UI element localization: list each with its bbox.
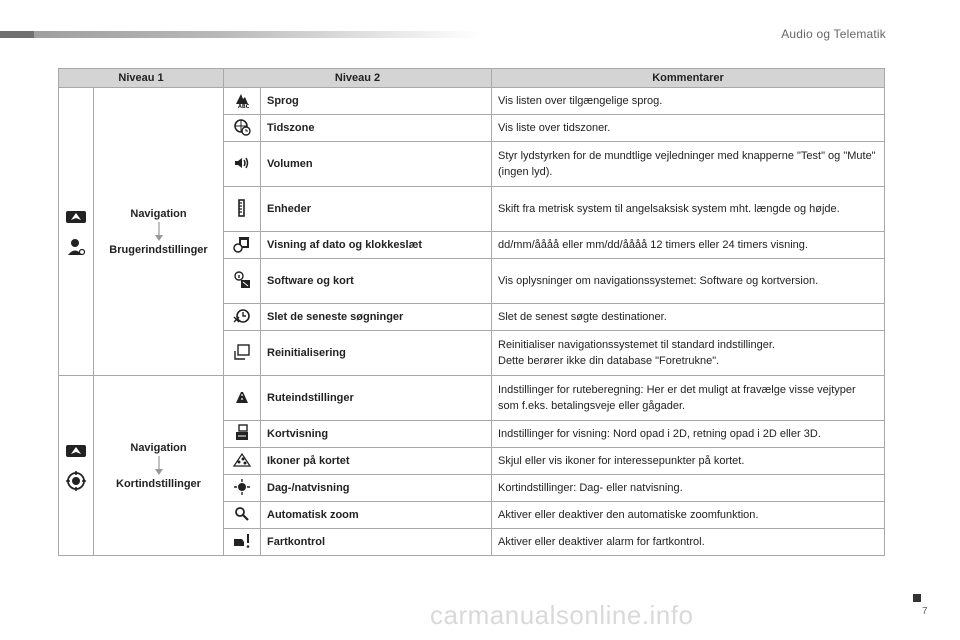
map-view-icon (233, 423, 251, 442)
setting-comment: Indstillinger for ruteberegning: Her er … (491, 375, 885, 421)
setting-label: Sprog (260, 87, 492, 115)
setting-icon-cell (223, 231, 261, 259)
column-header-niveau-2: Niveau 2 (223, 68, 492, 88)
setting-label: Ruteindstillinger (260, 375, 492, 421)
setting-comment: Reinitialiser navigationssystemet til st… (491, 330, 885, 376)
table-row: Navigation Brugerindstillinger ABC Sprog Vis… (58, 87, 885, 376)
setting-icon-cell (223, 258, 261, 304)
svg-text:ABC: ABC (238, 104, 250, 109)
arrow-down-icon (154, 221, 164, 242)
table-header-row: Niveau 1 Niveau 2 Kommentarer (58, 68, 885, 88)
setting-label: Software og kort (260, 258, 492, 304)
day-night-icon (233, 478, 251, 496)
setting-label: Slet de seneste søgninger (260, 303, 492, 331)
info-map-icon (233, 270, 251, 289)
globe-clock-icon (233, 118, 251, 136)
setting-comment: Styr lydstyrken for de mundtlige vejledn… (491, 141, 885, 187)
calendar-clock-icon (233, 235, 251, 253)
group-label-cell: Navigation Brugerindstillinger (93, 87, 224, 376)
setting-comment: Vis listen over tilgængelige sprog. (491, 87, 885, 115)
setting-comment: Aktiver eller deaktiver alarm for fartko… (491, 528, 885, 556)
setting-label: Ikoner på kortet (260, 447, 492, 475)
setting-label: Volumen (260, 141, 492, 187)
arrow-down-icon (154, 455, 164, 476)
setting-comment: Kortindstillinger: Dag- eller natvisning… (491, 474, 885, 502)
map-settings-icon (65, 470, 87, 491)
navigation-icon (65, 207, 87, 227)
page-title: Audio og Telematik (781, 27, 886, 41)
setting-icon-cell (223, 114, 261, 142)
setting-label: Enheder (260, 186, 492, 232)
setting-comment: Skift fra metrisk system til angelsaksis… (491, 186, 885, 232)
speaker-icon (233, 154, 251, 172)
reset-icon (233, 343, 251, 361)
page-marker (913, 594, 921, 602)
setting-icon-cell (223, 447, 261, 475)
setting-label: Dag-/natvisning (260, 474, 492, 502)
column-header-kommentarer: Kommentarer (491, 68, 885, 88)
ruler-icon (233, 198, 251, 217)
group-title: Navigation (130, 441, 187, 454)
header-gradient-bar (0, 31, 480, 38)
page-number: 7 (922, 606, 928, 617)
setting-icon-cell (223, 528, 261, 556)
group-title: Navigation (130, 207, 187, 220)
setting-comment: Slet de senest søgte destinationer. (491, 303, 885, 331)
setting-comment: Vis oplysninger om navigationssystemet: … (491, 258, 885, 304)
setting-comment: Aktiver eller deaktiver den automatiske … (491, 501, 885, 529)
history-clear-icon (233, 307, 251, 325)
setting-icon-cell (223, 375, 261, 421)
setting-icon-cell (223, 420, 261, 448)
language-abc-icon: ABC (233, 91, 251, 109)
setting-icon-cell (223, 501, 261, 529)
header-bar-accent (0, 31, 34, 38)
setting-comment: dd/mm/åååå eller mm/dd/åååå 12 timers el… (491, 231, 885, 259)
setting-icon-cell (223, 330, 261, 376)
column-header-niveau-1: Niveau 1 (58, 68, 224, 88)
user-settings-icon (65, 237, 87, 257)
watermark: carmanualsonline.info (430, 600, 694, 630)
setting-label: Tidszone (260, 114, 492, 142)
group-subtitle: Brugerindstillinger (109, 243, 208, 256)
poi-icon (233, 451, 251, 469)
group-icons-cell (58, 375, 94, 556)
zoom-icon (233, 505, 251, 523)
group-icons-cell (58, 87, 94, 376)
setting-comment: Skjul eller vis ikoner for interessepunk… (491, 447, 885, 475)
setting-label: Reinitialisering (260, 330, 492, 376)
setting-icon-cell (223, 141, 261, 187)
setting-label: Fartkontrol (260, 528, 492, 556)
settings-table: Niveau 1 Niveau 2 Kommentarer Navigation… (58, 68, 885, 556)
setting-comment: Vis liste over tidszoner. (491, 114, 885, 142)
setting-icon-cell: ABC (223, 87, 261, 115)
setting-label: Kortvisning (260, 420, 492, 448)
setting-label: Visning af dato og klokkeslæt (260, 231, 492, 259)
setting-icon-cell (223, 474, 261, 502)
setting-icon-cell (223, 186, 261, 232)
speed-alert-icon (233, 532, 251, 550)
setting-label: Automatisk zoom (260, 501, 492, 529)
route-icon (233, 388, 251, 406)
group-subtitle: Kortindstillinger (116, 477, 201, 490)
setting-comment: Indstillinger for visning: Nord opad i 2… (491, 420, 885, 448)
setting-icon-cell (223, 303, 261, 331)
table-row: Navigation Kortindstillinger Ruteindstilli… (58, 375, 885, 556)
group-label-cell: Navigation Kortindstillinger (93, 375, 224, 556)
navigation-icon (65, 441, 87, 461)
